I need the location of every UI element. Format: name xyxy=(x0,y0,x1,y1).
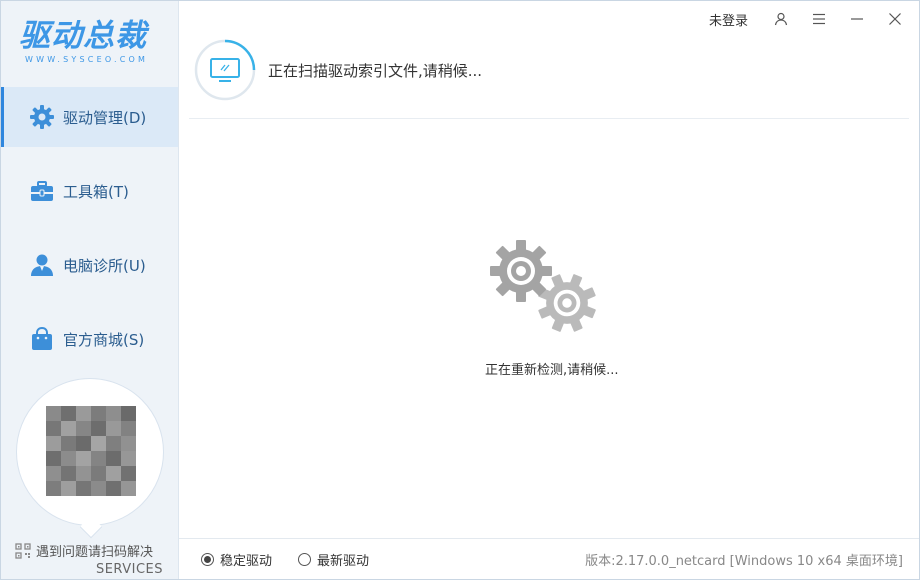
doctor-icon xyxy=(31,254,53,276)
sidebar-item-toolbox[interactable]: 工具箱(T) xyxy=(1,161,178,221)
loading-gears-icon xyxy=(490,240,601,337)
shopping-bag-icon xyxy=(32,326,52,350)
scan-header: 正在扫描驱动索引文件,请稍候... xyxy=(189,31,909,119)
radio-indicator xyxy=(298,552,312,566)
radio-label: 最新驱动 xyxy=(317,553,370,569)
title-bar: 未登录 xyxy=(709,7,919,31)
logo-text: 驱动总裁 xyxy=(19,18,147,54)
scan-status-text: 正在扫描驱动索引文件,请稍候... xyxy=(268,62,483,80)
radio-indicator xyxy=(201,552,214,566)
help-text: 遇到问题请扫码解决 xyxy=(36,545,154,560)
sidebar-item-pc-clinic[interactable]: 电脑诊所(U) xyxy=(1,235,178,295)
qr-code-image xyxy=(46,406,136,496)
sidebar-item-label: 官方商城(S) xyxy=(63,330,145,349)
login-link[interactable]: 未登录 xyxy=(709,10,748,29)
monitor-icon xyxy=(210,58,240,82)
menu-icon[interactable] xyxy=(807,7,831,31)
minimize-icon[interactable] xyxy=(845,7,869,31)
latest-driver-radio[interactable]: 最新驱动 xyxy=(298,550,369,569)
help-services-label: SERVICES xyxy=(95,562,163,577)
version-text: 版本:2.17.0.0_netcard [Windows 10 x64 桌面环境… xyxy=(585,553,903,569)
radio-label: 稳定驱动 xyxy=(220,553,273,569)
detect-status-text: 正在重新检测,请稍候... xyxy=(485,363,619,378)
sidebar-nav: 驱动管理(D) 工具箱(T) 电脑诊所(U) 官方商城(S) xyxy=(1,87,178,383)
sidebar-item-driver-management[interactable]: 驱动管理(D) xyxy=(1,87,178,147)
sidebar: 驱动总裁 WWW.SYSCEO.COM 驱动管理(D) 工具箱(T) 电脑诊所(… xyxy=(1,1,179,579)
user-icon[interactable] xyxy=(769,7,793,31)
app-window: 驱动总裁 WWW.SYSCEO.COM 驱动管理(D) 工具箱(T) 电脑诊所(… xyxy=(0,0,920,580)
sidebar-item-official-store[interactable]: 官方商城(S) xyxy=(1,309,178,369)
help-row[interactable]: 遇到问题请扫码解决 xyxy=(15,541,175,560)
logo-url: WWW.SYSCEO.COM xyxy=(25,55,149,64)
stable-driver-radio[interactable]: 稳定驱动 xyxy=(201,550,272,569)
app-logo: 驱动总裁 WWW.SYSCEO.COM xyxy=(19,17,164,77)
sidebar-item-label: 工具箱(T) xyxy=(63,182,129,201)
footer-bar: 稳定驱动 最新驱动 版本:2.17.0.0_netcard [Windows 1… xyxy=(179,538,919,579)
toolbox-icon xyxy=(31,181,53,201)
sidebar-item-label: 驱动管理(D) xyxy=(63,108,147,127)
gear-icon xyxy=(30,105,54,129)
close-icon[interactable] xyxy=(883,7,907,31)
sidebar-item-label: 电脑诊所(U) xyxy=(63,256,146,275)
scan-progress-ring xyxy=(194,39,256,101)
qr-code-icon xyxy=(15,542,31,559)
help-section: 遇到问题请扫码解决 SERVICES xyxy=(15,541,175,577)
